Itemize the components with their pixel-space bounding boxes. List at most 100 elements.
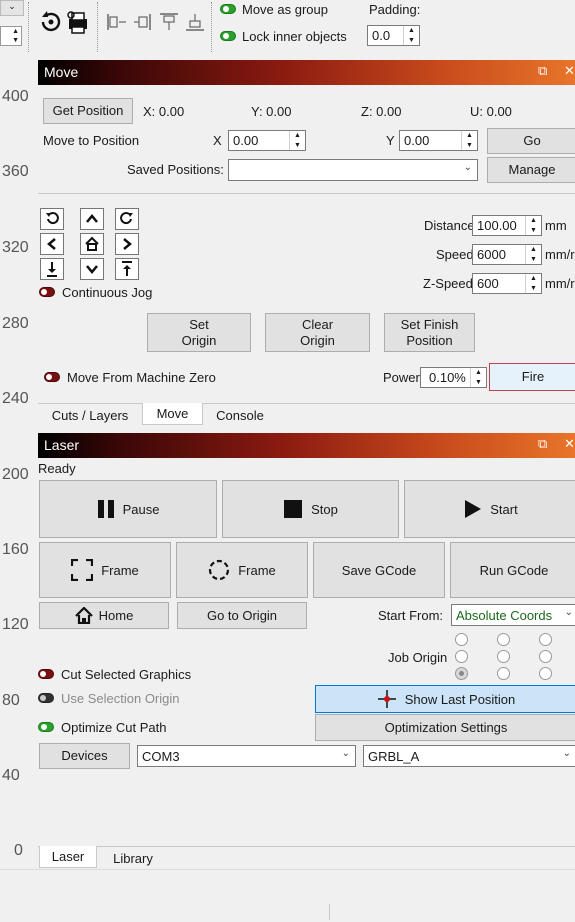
jog-left-button[interactable]	[40, 233, 64, 255]
stop-icon	[284, 500, 303, 518]
go-to-origin-button[interactable]: Go to Origin	[177, 602, 307, 629]
get-position-button[interactable]: Get Position	[43, 98, 133, 124]
set-finish-position-button[interactable]: Set Finish Position	[384, 313, 475, 352]
stepper-arrows-icon[interactable]: ▲ ▼	[461, 131, 477, 150]
tab-move[interactable]: Move	[142, 403, 203, 425]
job-origin-radio-tl[interactable]	[455, 633, 468, 646]
stepper-arrows-icon[interactable]: ▲ ▼	[403, 26, 419, 45]
job-origin-radio-ml[interactable]	[455, 650, 468, 663]
go-button[interactable]: Go	[487, 128, 575, 154]
save-gcode-button[interactable]: Save GCode	[313, 542, 445, 598]
job-origin-radio-mr[interactable]	[539, 650, 552, 663]
jog-up-button[interactable]	[80, 208, 104, 230]
job-origin-label: Job Origin	[388, 650, 448, 665]
clear-origin-button[interactable]: Clear Origin	[265, 313, 370, 352]
port-value: COM3	[142, 749, 180, 764]
y-readout: Y: 0.00	[251, 104, 292, 119]
optimization-settings-button[interactable]: Optimization Settings	[315, 714, 575, 741]
frame-circle-button[interactable]: Frame	[176, 542, 308, 598]
y-position-field[interactable]: 0.00 ▲ ▼	[399, 130, 478, 151]
tab-laser[interactable]: Laser	[39, 846, 97, 868]
set-origin-button[interactable]: Set Origin	[147, 313, 251, 352]
z-readout: Z: 0.00	[361, 104, 402, 119]
show-last-position-button[interactable]: Show Last Position	[315, 685, 575, 713]
tab-console[interactable]: Console	[204, 404, 276, 426]
run-gcode-button[interactable]: Run GCode	[450, 542, 575, 598]
z-speed-field[interactable]: 600 ▲ ▼	[472, 273, 542, 294]
profile-select[interactable]: GRBL_A ⌄	[363, 745, 575, 767]
rotate-cw-button[interactable]	[115, 208, 139, 230]
manage-button[interactable]: Manage	[487, 157, 575, 183]
stepper-arrows-icon[interactable]: ▲ ▼	[525, 274, 541, 293]
move-to-position-label: Move to Position	[43, 133, 140, 148]
show-last-position-label: Show Last Position	[404, 691, 516, 707]
fire-button[interactable]: Fire	[489, 363, 575, 391]
speed-field[interactable]: 6000 ▲ ▼	[472, 244, 542, 265]
frame-rect-button[interactable]: Frame	[39, 542, 171, 598]
padding-label: Padding:	[369, 2, 421, 17]
job-origin-radio-br[interactable]	[539, 667, 552, 680]
tab-cuts-layers[interactable]: Cuts / Layers	[39, 404, 141, 426]
home-button[interactable]: Home	[39, 602, 169, 629]
padding-stepper[interactable]: 0.0 ▲ ▼	[367, 25, 420, 46]
optimize-cut-toggle[interactable]	[38, 722, 54, 732]
jog-right-button[interactable]	[115, 233, 139, 255]
cut-selected-toggle[interactable]	[38, 669, 54, 679]
pause-icon	[97, 500, 114, 518]
devices-button[interactable]: Devices	[39, 743, 130, 769]
distance-field[interactable]: 100.00 ▲ ▼	[472, 215, 542, 236]
stepper-arrows-icon[interactable]: ▲ ▼	[525, 216, 541, 235]
align-center-icon[interactable]	[132, 12, 154, 32]
align-bottom-icon[interactable]	[184, 12, 206, 32]
job-origin-radio-tr[interactable]	[539, 633, 552, 646]
move-from-zero-toggle[interactable]	[44, 372, 60, 382]
job-origin-radio-bl[interactable]	[455, 667, 468, 680]
jog-down-button[interactable]	[80, 258, 104, 280]
radio-dot	[459, 671, 464, 676]
move-panel-titlebar[interactable]: Move ⧉ ✕	[38, 60, 575, 85]
job-origin-radio-tc[interactable]	[497, 633, 510, 646]
job-origin-radio-mc[interactable]	[497, 650, 510, 663]
saved-positions-select[interactable]: ⌄	[228, 159, 478, 181]
close-icon[interactable]: ✕	[564, 436, 575, 452]
use-selection-origin-toggle[interactable]	[38, 693, 54, 703]
job-origin-radio-bc[interactable]	[497, 667, 510, 680]
arrow-up-bar-icon	[122, 261, 132, 276]
ruler-label: 360	[2, 163, 29, 180]
float-panel-icon[interactable]: ⧉	[538, 63, 547, 79]
jog-home-button[interactable]	[80, 233, 104, 255]
x-position-field[interactable]: 0.00 ▲ ▼	[228, 130, 306, 151]
y-position-value: 0.00	[404, 133, 430, 148]
stop-button[interactable]: Stop	[222, 480, 399, 538]
z-down-button[interactable]	[40, 258, 64, 280]
move-as-group-toggle[interactable]	[220, 4, 236, 14]
stepper-arrows-icon[interactable]: ▲ ▼	[470, 368, 486, 387]
stepper-arrows-icon[interactable]: ▲ ▼	[525, 245, 541, 264]
lock-inner-toggle[interactable]	[220, 31, 236, 41]
rotate-ccw-button[interactable]	[40, 208, 64, 230]
power-value: 0.10%	[429, 370, 466, 385]
tab-library[interactable]: Library	[99, 847, 167, 869]
stepper-arrows-icon[interactable]: ▲ ▼	[289, 131, 305, 150]
start-from-select[interactable]: Absolute Coords ⌄	[451, 604, 575, 626]
power-field[interactable]: 0.10% ▲ ▼	[420, 367, 487, 388]
z-up-button[interactable]	[115, 258, 139, 280]
rotate-icon[interactable]	[38, 9, 64, 35]
laser-panel-titlebar[interactable]: Laser ⧉ ✕	[38, 433, 575, 458]
close-icon[interactable]: ✕	[564, 63, 575, 79]
speed-unit: mm/r	[545, 247, 575, 262]
align-left-icon[interactable]	[106, 12, 128, 32]
left-dropdown-stub[interactable]: ⌄	[0, 0, 24, 16]
align-top-icon[interactable]	[158, 12, 180, 32]
float-panel-icon[interactable]: ⧉	[538, 436, 547, 452]
status-divider	[329, 904, 330, 920]
left-stepper-stub[interactable]: ▲ ▼	[0, 26, 22, 46]
start-button[interactable]: Start	[404, 480, 575, 538]
z-speed-value: 600	[477, 276, 499, 291]
home-icon	[74, 607, 93, 624]
pause-button[interactable]: Pause	[39, 480, 217, 538]
lock-inner-label: Lock inner objects	[242, 29, 347, 44]
print-cut-icon[interactable]	[65, 9, 91, 35]
port-select[interactable]: COM3 ⌄	[137, 745, 356, 767]
continuous-jog-toggle[interactable]	[39, 287, 55, 297]
